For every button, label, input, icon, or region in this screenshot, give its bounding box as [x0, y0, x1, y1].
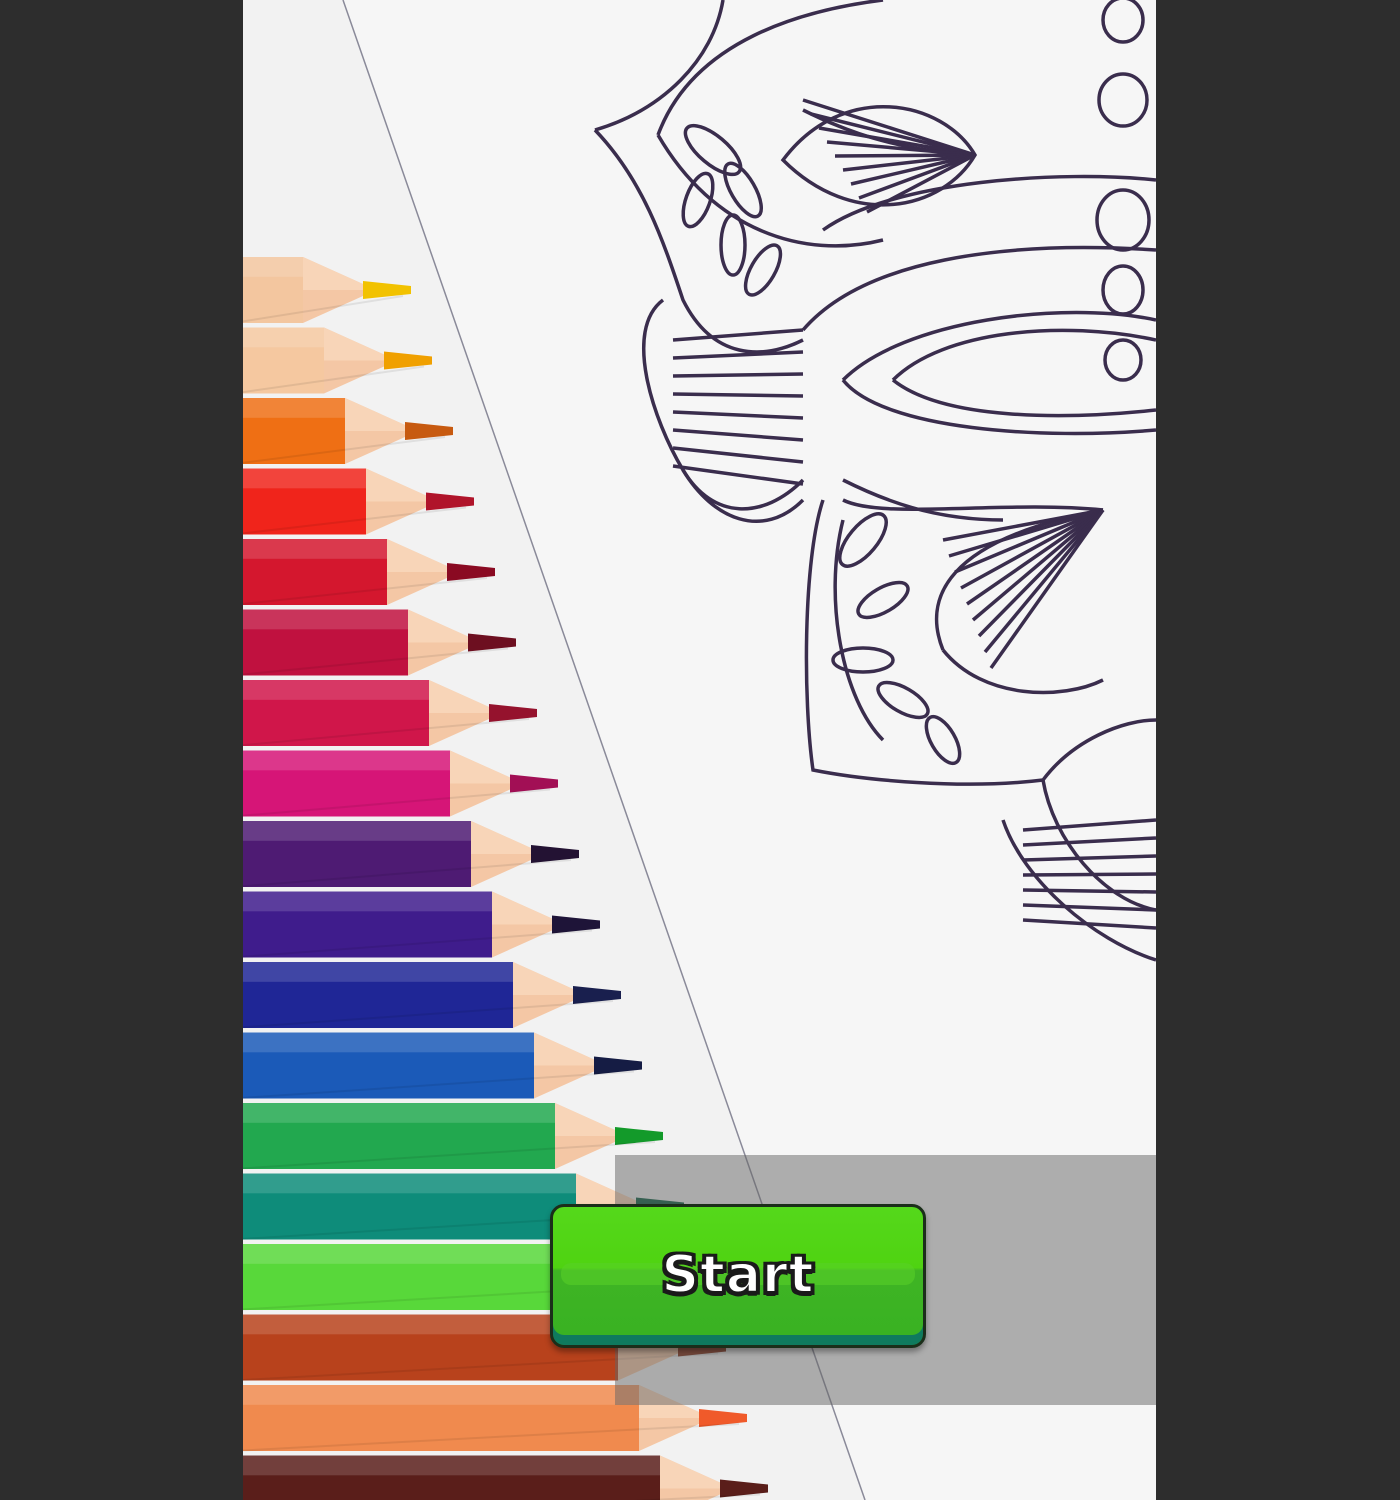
game-screen: Start [0, 0, 1400, 1500]
start-button-label: Start [661, 1244, 815, 1306]
start-button[interactable]: Start [550, 1204, 926, 1348]
